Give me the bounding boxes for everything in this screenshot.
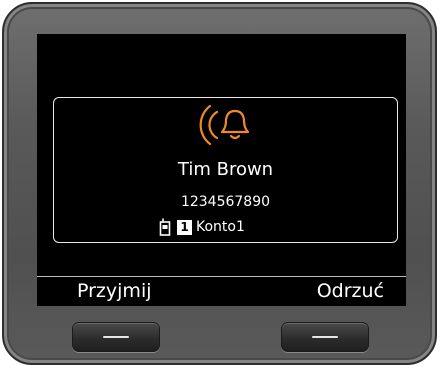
incoming-call-panel: Tim Brown 1234567890 1 Konto1 bbox=[53, 97, 398, 243]
left-softkey-button[interactable] bbox=[72, 322, 160, 352]
caller-number: 1234567890 bbox=[180, 194, 271, 210]
caller-name: Tim Brown bbox=[177, 159, 274, 180]
ringing-bell-icon bbox=[199, 104, 250, 146]
handset-icon bbox=[159, 218, 171, 236]
reject-softkey-label[interactable]: Odrzuć bbox=[317, 279, 384, 303]
account-name: Konto1 bbox=[196, 219, 245, 235]
display-screen: Tim Brown 1234567890 1 Konto1 Przyjmij O… bbox=[37, 34, 406, 306]
softkey-divider bbox=[37, 276, 406, 277]
right-softkey-button[interactable] bbox=[281, 322, 369, 352]
account-row: 1 Konto1 bbox=[159, 218, 245, 236]
line-number-badge: 1 bbox=[177, 219, 192, 235]
accept-softkey-label[interactable]: Przyjmij bbox=[77, 279, 152, 303]
